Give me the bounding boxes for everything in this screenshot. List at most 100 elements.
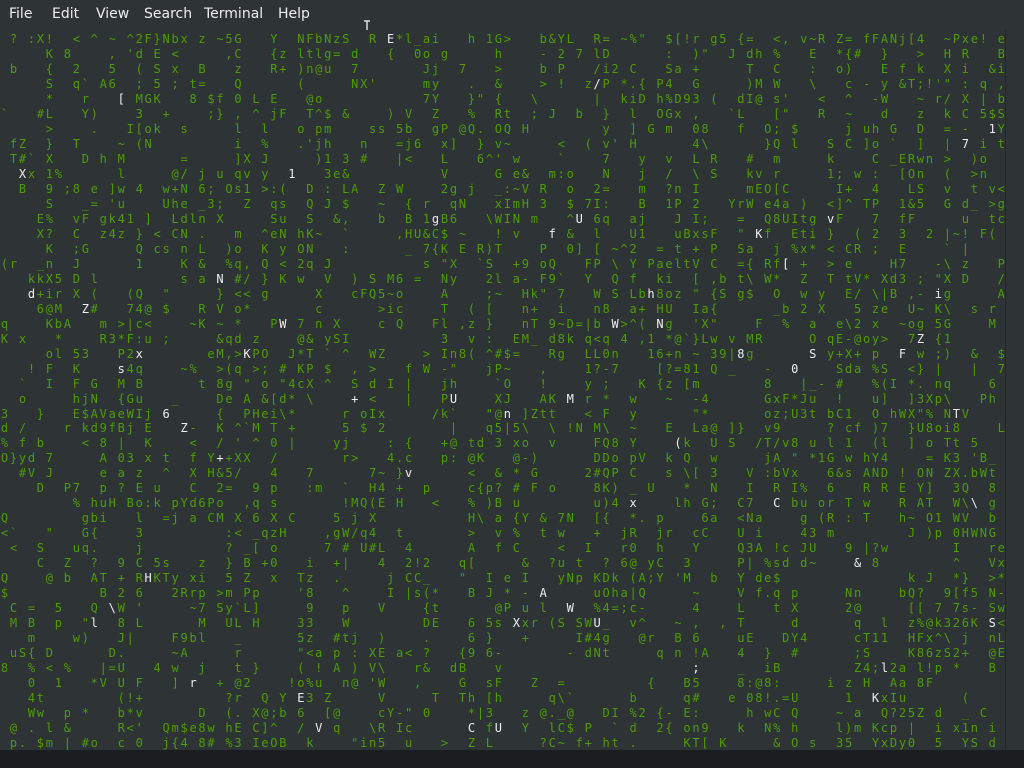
matrix-char: E	[755, 181, 763, 196]
matrix-char: K	[0, 331, 9, 346]
matrix-char: t	[539, 526, 547, 541]
matrix-char: \	[476, 511, 485, 526]
matrix-char: {	[270, 46, 278, 61]
matrix-char-highlight: [	[782, 256, 790, 271]
matrix-char: )	[844, 61, 853, 76]
matrix-char: 6	[135, 586, 143, 601]
menu-help[interactable]: Help	[278, 6, 310, 22]
scrollbar[interactable]	[1005, 30, 1024, 750]
matrix-char: Z	[853, 661, 862, 676]
matrix-char: C	[288, 511, 296, 526]
matrix-char: 5	[970, 586, 978, 601]
matrix-char: q	[360, 526, 368, 541]
matrix-char: #	[36, 106, 45, 121]
matrix-char: L	[234, 616, 242, 631]
matrix-char: =	[333, 46, 341, 61]
matrix-char: 2	[871, 226, 880, 241]
menu-edit[interactable]: Edit	[52, 6, 79, 22]
matrix-char: (	[279, 181, 287, 196]
matrix-char: _	[530, 331, 538, 346]
menu-search[interactable]: Search	[144, 6, 192, 22]
matrix-char: |	[503, 421, 511, 436]
matrix-char: ?	[422, 646, 431, 661]
matrix-char: U	[782, 211, 790, 226]
matrix-char: x	[171, 61, 179, 76]
matrix-char: \	[279, 406, 287, 421]
matrix-char: I	[746, 481, 754, 496]
matrix-char: 3	[746, 541, 754, 556]
matrix-char: /	[665, 166, 673, 181]
matrix-char: n	[674, 646, 682, 661]
matrix-char: @	[494, 406, 502, 421]
matrix-char: e	[512, 166, 520, 181]
matrix-char: \	[602, 421, 610, 436]
matrix-char: 8	[764, 676, 772, 691]
matrix-char: /	[351, 526, 359, 541]
matrix-char: ?	[117, 481, 125, 496]
matrix-char: R	[773, 481, 781, 496]
matrix-char: J	[72, 256, 80, 271]
menu-terminal[interactable]: Terminal	[204, 6, 263, 22]
matrix-char: ]	[261, 721, 269, 736]
matrix-char: u	[144, 331, 152, 346]
matrix-char: L	[737, 601, 745, 616]
matrix-char: ~	[620, 32, 628, 46]
matrix-char: M	[216, 511, 224, 526]
matrix-char: x	[521, 616, 529, 631]
matrix-char: b	[189, 631, 197, 646]
matrix-char: \	[683, 466, 691, 481]
matrix-char: F	[306, 32, 314, 46]
matrix-char: 1	[324, 151, 332, 166]
matrix-char-highlight: i	[934, 286, 943, 301]
matrix-char: )	[925, 526, 934, 541]
matrix-char: y	[171, 571, 179, 586]
terminal-area[interactable]: `(q K 3 d% O Q < Q $8? b f Tr} ` < C Mu @ p Z # X Bx ` o / f y # S.:…	[0, 30, 1005, 750]
matrix-char: 5	[342, 421, 350, 436]
matrix-char: Q	[683, 451, 691, 466]
matrix-char: a	[494, 511, 502, 526]
matrix-char: /	[431, 406, 440, 421]
matrix-char: j	[171, 511, 179, 526]
matrix-char: ?	[871, 541, 880, 556]
matrix-char: "	[692, 286, 700, 301]
matrix-char: >	[117, 316, 125, 331]
matrix-char: Y	[791, 631, 799, 646]
matrix-char-highlight: +	[351, 391, 359, 406]
matrix-char: R	[476, 241, 485, 256]
matrix-char: N	[871, 466, 880, 481]
matrix-char: 3	[306, 691, 314, 706]
matrix-char: }	[216, 106, 224, 121]
matrix-char: O	[270, 736, 278, 750]
matrix-char: )	[297, 61, 305, 76]
matrix-char: /	[18, 421, 27, 436]
matrix-char: Q	[710, 361, 718, 376]
matrix-char: l	[880, 616, 889, 631]
matrix-char: a	[755, 511, 763, 526]
matrix-char: S	[333, 331, 341, 346]
matrix-char: r	[189, 586, 197, 601]
matrix-char: ~	[378, 466, 386, 481]
matrix-char: o	[360, 406, 368, 421]
matrix-char: R	[117, 721, 125, 736]
matrix-char: W	[764, 271, 772, 286]
matrix-char: j	[638, 211, 646, 226]
matrix-char: I	[126, 121, 134, 136]
matrix-char: <	[431, 496, 440, 511]
menu-view[interactable]: View	[96, 6, 129, 22]
matrix-char: 0	[602, 346, 610, 361]
matrix-char: t	[844, 271, 853, 286]
matrix-char: ~	[809, 32, 817, 46]
menu-file[interactable]: File	[9, 6, 32, 22]
matrix-char: Y	[629, 256, 637, 271]
matrix-char: #	[692, 691, 700, 706]
matrix-char: }	[907, 421, 916, 436]
matrix-char: &	[216, 331, 224, 346]
matrix-char: x	[791, 466, 799, 481]
matrix-char: [	[674, 32, 682, 46]
matrix-char: B	[889, 286, 898, 301]
matrix-char: a	[746, 241, 754, 256]
matrix-char: o	[979, 151, 987, 166]
matrix-char: |	[126, 631, 134, 646]
matrix-char: t	[997, 136, 1005, 151]
matrix-char: 8	[189, 91, 197, 106]
